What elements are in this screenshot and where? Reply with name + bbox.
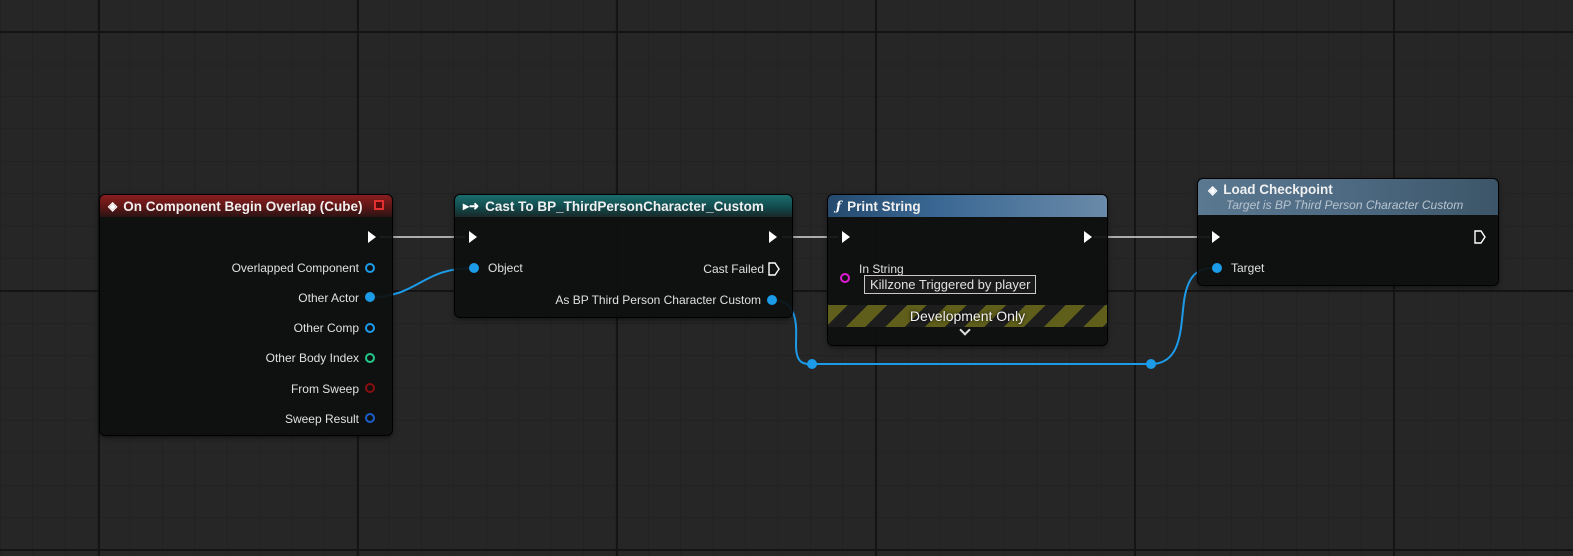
diamond-event-icon: ◈ [108,199,118,213]
cast-node[interactable]: ▸➜ Cast To BP_ThirdPersonCharacter_Custo… [455,195,792,317]
pin-other-comp: Other Comp [294,321,359,335]
pin-label: Other Actor [298,291,359,305]
pin-sweep-result: Sweep Result [285,412,359,426]
object-pin-icon[interactable] [365,323,375,333]
event-node-begin-overlap[interactable]: ◈ On Component Begin Overlap (Cube) Over… [100,195,392,435]
event-node-header[interactable]: ◈ On Component Begin Overlap (Cube) [100,195,392,217]
cast-node-title: Cast To BP_ThirdPersonCharacter_Custom [485,198,764,214]
function-f-icon: ƒ [836,199,842,213]
print-string-title: Print String [847,198,921,214]
string-pin-icon[interactable] [840,273,850,283]
pin-cast-failed: Cast Failed [703,262,764,276]
pin-label: In String [859,262,904,276]
object-pin-icon[interactable] [365,263,375,273]
exec-in-pin[interactable] [469,231,477,243]
load-checkpoint-header[interactable]: ◈ Load Checkpoint Target is BP Third Per… [1198,179,1498,215]
exec-out-pin[interactable] [368,231,376,243]
pin-target: Target [1231,261,1264,275]
exec-in-pin[interactable] [842,231,850,243]
reroute-knot-left[interactable] [807,359,817,369]
pin-label: As BP Third Person Character Custom [555,293,761,307]
int-pin-icon[interactable] [365,353,375,363]
stop-icon [374,200,384,210]
print-string-node[interactable]: ƒ Print String In String Killzone Trigge… [828,195,1107,345]
pin-in-string: In String [859,262,904,276]
exec-out-pin[interactable] [769,231,777,243]
development-only-label: Development Only [909,308,1026,324]
in-string-field[interactable]: Killzone Triggered by player [864,275,1037,294]
pin-label: Object [488,261,523,275]
pin-label: Cast Failed [703,262,764,276]
pin-other-actor: Other Actor [298,291,359,305]
exec-out-hollow-pin[interactable] [768,262,780,276]
pin-other-body-index: Other Body Index [266,351,359,365]
pin-label: Other Body Index [265,351,359,365]
pin-label: From Sweep [290,382,359,396]
exec-out-pin[interactable] [1084,231,1092,243]
event-node-title: On Component Begin Overlap (Cube) [123,198,363,214]
object-pin-icon[interactable] [767,295,777,305]
struct-pin-icon[interactable] [365,413,375,423]
pin-object: Object [488,261,523,275]
load-checkpoint-title: Load Checkpoint [1223,182,1333,197]
pin-label: Target [1231,261,1265,275]
pin-label: Overlapped Component [231,261,359,275]
load-checkpoint-subtitle: Target is BP Third Person Character Cust… [1226,198,1464,212]
print-string-header[interactable]: ƒ Print String [828,195,1107,217]
object-pin-icon[interactable] [1212,263,1222,273]
load-checkpoint-node[interactable]: ◈ Load Checkpoint Target is BP Third Per… [1198,179,1498,285]
cast-arrow-icon: ▸➜ [463,199,480,213]
object-pin-icon[interactable] [469,263,479,273]
exec-in-pin[interactable] [1212,231,1220,243]
exec-out-hollow-pin[interactable] [1474,230,1486,244]
object-pin-icon[interactable] [365,292,375,302]
bool-pin-icon[interactable] [365,383,375,393]
pin-label: Other Comp [293,321,359,335]
cast-node-header[interactable]: ▸➜ Cast To BP_ThirdPersonCharacter_Custo… [455,195,792,217]
pin-from-sweep: From Sweep [291,382,359,396]
pin-overlapped-component: Overlapped Component [232,261,359,275]
pin-as-bp-third-person: As BP Third Person Character Custom [555,293,761,307]
diamond-event-icon: ◈ [1208,182,1218,197]
pin-label: Sweep Result [284,412,359,426]
reroute-knot-right[interactable] [1146,359,1156,369]
